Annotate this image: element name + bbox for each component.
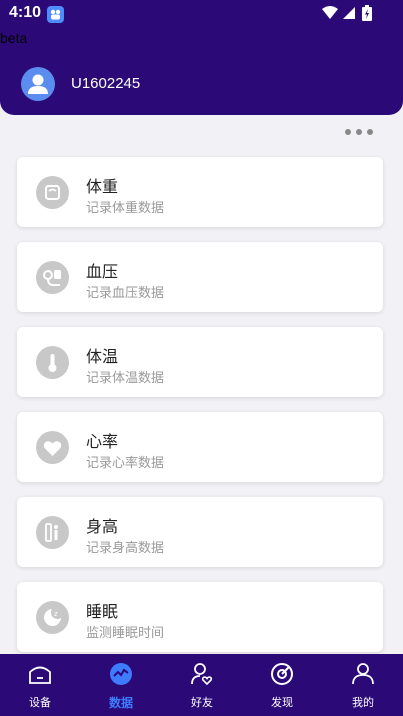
card-title: 心率 — [86, 432, 119, 451]
user-id[interactable]: U1602245 — [71, 75, 140, 92]
friends-icon — [191, 663, 213, 686]
card-subtitle: 监测睡眠时间 — [86, 626, 165, 641]
tab-label: 好友 — [191, 696, 213, 709]
card-title: 体重 — [86, 177, 119, 196]
tab-profile[interactable]: 我的 — [323, 654, 403, 716]
card-heart-rate[interactable]: 心率 记录心率数据 — [17, 412, 383, 482]
tab-discover[interactable]: 发现 — [242, 654, 322, 716]
more-options-icon[interactable] — [345, 127, 373, 137]
card-title: 体温 — [86, 347, 119, 366]
card-subtitle: 记录血压数据 — [86, 286, 165, 301]
discover-icon — [271, 663, 293, 685]
status-time: 4:10 — [9, 4, 42, 21]
device-icon — [29, 666, 51, 684]
card-blood-pressure[interactable]: 血压 记录血压数据 — [17, 242, 383, 312]
heart-icon — [36, 431, 69, 464]
card-weight[interactable]: 体重 记录体重数据 — [17, 157, 383, 227]
status-bar: 4:10 — [0, 0, 403, 28]
card-sleep[interactable]: z 睡眠 监测睡眠时间 — [17, 582, 383, 652]
card-title: 睡眠 — [86, 602, 119, 621]
tab-label: 发现 — [271, 696, 293, 709]
sleep-icon: z — [36, 601, 69, 634]
battery-icon — [362, 5, 372, 21]
wifi-icon — [322, 6, 338, 19]
tab-friends[interactable]: 好友 — [162, 654, 242, 716]
card-subtitle: 记录身高数据 — [86, 541, 165, 556]
height-icon — [36, 516, 69, 549]
user-avatar-icon — [28, 74, 48, 94]
card-subtitle: 记录体重数据 — [86, 201, 165, 216]
tab-data[interactable]: 数据 — [81, 654, 161, 716]
avatar[interactable] — [21, 67, 55, 101]
thermometer-icon — [36, 346, 69, 379]
svg-text:z: z — [54, 610, 58, 618]
app-notification-icon — [47, 6, 64, 23]
scale-icon — [36, 176, 69, 209]
tab-label: 设备 — [29, 696, 51, 709]
profile-icon — [352, 663, 374, 685]
tab-label: 我的 — [352, 696, 374, 709]
card-subtitle: 记录体温数据 — [86, 371, 165, 386]
blood-pressure-icon — [36, 261, 69, 294]
card-title: 身高 — [86, 517, 119, 536]
signal-icon — [343, 7, 355, 19]
tab-label: 数据 — [108, 696, 133, 710]
bottom-tab-bar: 设备 数据 好友 发现 我的 — [0, 654, 403, 716]
card-height[interactable]: 身高 记录身高数据 — [17, 497, 383, 567]
card-subtitle: 记录心率数据 — [86, 456, 165, 471]
data-icon — [110, 663, 132, 685]
tab-device[interactable]: 设备 — [0, 654, 80, 716]
card-title: 血压 — [86, 262, 119, 281]
card-temperature[interactable]: 体温 记录体温数据 — [17, 327, 383, 397]
beta-label: beta — [0, 30, 28, 46]
